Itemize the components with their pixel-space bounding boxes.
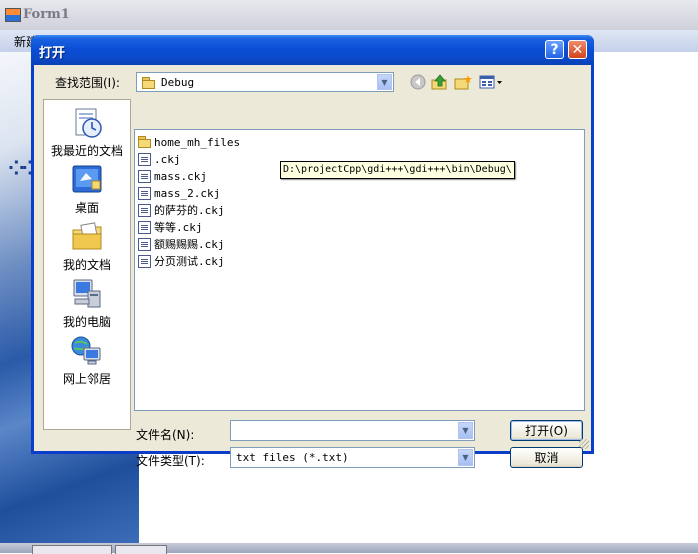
- look-in-combobox[interactable]: Debug ▼: [136, 72, 394, 92]
- chevron-down-icon[interactable]: ▼: [458, 422, 473, 439]
- place-recent-documents[interactable]: 我最近的文档: [44, 106, 130, 159]
- resize-grip-icon[interactable]: [579, 439, 589, 449]
- file-type-value: txt files (*.txt): [236, 451, 349, 464]
- list-item-folder[interactable]: home_mh_files: [138, 134, 240, 150]
- app-icon: [5, 8, 21, 22]
- place-desktop[interactable]: 桌面: [44, 163, 130, 216]
- file-icon: [138, 152, 151, 166]
- chevron-down-icon[interactable]: ▼: [458, 449, 473, 466]
- file-name: mass_2.ckj: [154, 186, 221, 200]
- list-item[interactable]: mass_2.ckj: [138, 185, 220, 201]
- places-bar: 我最近的文档 桌面 我的文档 我的电脑 网上邻居: [43, 99, 131, 430]
- path-tooltip: D:\projectCpp\gdi+++\gdi+++\bin\Debug\: [280, 161, 515, 179]
- file-icon: [138, 186, 151, 200]
- folder-icon: [138, 135, 151, 149]
- background-titlebar: Form1: [0, 0, 698, 31]
- dialog-title: 打开: [39, 46, 66, 61]
- folder-icon: [142, 77, 156, 89]
- file-name: 分页测试.ckj: [154, 255, 225, 268]
- file-icon: [138, 237, 151, 251]
- help-button[interactable]: ?: [545, 40, 564, 59]
- place-label: 桌面: [74, 201, 99, 215]
- place-label: 网上邻居: [62, 372, 111, 386]
- my-documents-icon: [70, 220, 104, 254]
- close-icon: ✕: [571, 41, 584, 58]
- file-icon: [138, 203, 151, 217]
- open-button[interactable]: 打开(O): [510, 420, 583, 441]
- dialog-body: 查找范围(I): Debug ▼ 我最近的文档 桌面 我的文档 我的电脑 网上邻…: [34, 65, 591, 468]
- place-label: 我的文档: [62, 258, 111, 272]
- file-name-input[interactable]: [233, 422, 457, 439]
- file-icon: [138, 169, 151, 183]
- up-folder-icon[interactable]: [431, 74, 449, 90]
- place-my-documents[interactable]: 我的文档: [44, 220, 130, 273]
- list-item[interactable]: 分页测试.ckj: [138, 253, 225, 269]
- list-item[interactable]: 等等.ckj: [138, 219, 203, 235]
- help-icon: ?: [550, 41, 559, 58]
- file-type-combobox[interactable]: txt files (*.txt) ▼: [230, 447, 475, 468]
- file-icon: [138, 254, 151, 268]
- close-button[interactable]: ✕: [568, 40, 587, 59]
- network-places-icon: [70, 334, 104, 368]
- background-taskbar: [0, 543, 698, 554]
- place-network-places[interactable]: 网上邻居: [44, 334, 130, 387]
- background-window-title: Form1: [23, 7, 70, 22]
- desktop-icon: [70, 163, 104, 197]
- cancel-button[interactable]: 取消: [510, 447, 583, 468]
- list-item[interactable]: 的萨芬的.ckj: [138, 202, 225, 218]
- my-computer-icon: [70, 277, 104, 311]
- file-name-combobox[interactable]: ▼: [230, 420, 475, 441]
- back-icon[interactable]: [409, 74, 427, 90]
- views-menu-icon[interactable]: [479, 74, 503, 90]
- dialog-titlebar[interactable]: 打开 ? ✕: [31, 35, 594, 65]
- place-label: 我的电脑: [62, 315, 111, 329]
- file-name: home_mh_files: [154, 135, 241, 149]
- place-label: 我最近的文档: [50, 144, 123, 158]
- look-in-value: Debug: [161, 76, 195, 89]
- place-my-computer[interactable]: 我的电脑: [44, 277, 130, 330]
- file-icon: [138, 220, 151, 234]
- file-name: 等等.ckj: [154, 221, 203, 234]
- file-name: 的萨芬的.ckj: [154, 204, 225, 217]
- recent-documents-icon: [70, 106, 104, 140]
- file-name-label: 文件名(N):: [136, 428, 195, 442]
- file-name: mass.ckj: [154, 169, 207, 183]
- new-folder-icon[interactable]: [454, 74, 472, 90]
- list-item[interactable]: 额赐赐赐.ckj: [138, 236, 225, 252]
- file-type-label: 文件类型(T):: [136, 454, 205, 468]
- file-name: 额赐赐赐.ckj: [154, 238, 225, 251]
- chevron-down-icon[interactable]: ▼: [377, 74, 392, 90]
- open-file-dialog: 打开 ? ✕ 查找范围(I): Debug ▼ 我最近的文档 桌面 我的文档 我…: [31, 35, 594, 468]
- look-in-label: 查找范围(I):: [55, 76, 120, 90]
- file-name: .ckj: [154, 152, 181, 166]
- list-item[interactable]: .ckj: [138, 151, 181, 167]
- list-item[interactable]: mass.ckj: [138, 168, 207, 184]
